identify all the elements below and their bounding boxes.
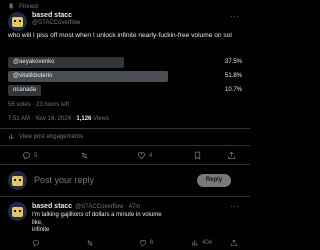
more-options-icon[interactable]: ···	[230, 12, 240, 21]
share-action[interactable]	[227, 151, 236, 160]
reply-text: I'm talking gajillions of dollars a minu…	[32, 212, 162, 235]
heart-icon	[138, 152, 145, 159]
reply-button[interactable]: Reply	[197, 174, 231, 187]
poll-option-label: @aeyakovenko	[13, 59, 55, 65]
retweet-action[interactable]	[80, 151, 92, 160]
poll-summary: 56 votes · 23 hours left	[8, 102, 70, 108]
reply-reply-action[interactable]	[32, 239, 40, 247]
share-icon	[228, 151, 235, 159]
view-count: 1,126	[76, 116, 92, 122]
reply-retweet-action[interactable]	[86, 239, 94, 247]
poll-option-percent: 10.7%	[224, 87, 242, 93]
author-handle[interactable]: @STACCoverflow	[32, 20, 80, 26]
pinned-label: Pinned	[19, 3, 38, 10]
reply-icon	[23, 152, 30, 160]
reply-icon	[32, 239, 40, 247]
bookmark-icon	[194, 151, 201, 160]
tweet-text: who will I piss off most when I unlock i…	[8, 32, 232, 39]
pin-icon	[8, 3, 14, 10]
reply-action[interactable]: 5	[22, 151, 37, 160]
reply-text-line: infinite	[32, 227, 50, 233]
author-name[interactable]: based stacc	[32, 12, 72, 19]
reply-avatar[interactable]	[8, 202, 27, 221]
reply-share-action[interactable]	[230, 239, 238, 247]
timestamp-text[interactable]: 7:51 AM · Nov 16, 2024 ·	[8, 116, 76, 122]
my-avatar[interactable]	[8, 171, 27, 190]
retweet-icon	[87, 240, 93, 246]
reply-header: based stacc @STACCoverflow · 47m	[32, 203, 140, 210]
poll-option: @vitalikbuterin 51.8%	[8, 71, 242, 82]
reply-author-handle[interactable]: @STACCoverflow · 47m	[75, 204, 140, 210]
views-label: Views	[91, 116, 109, 122]
divider	[0, 164, 250, 165]
poll-option-percent: 51.8%	[224, 73, 242, 79]
reply-author-name[interactable]: based stacc	[32, 203, 72, 210]
divider	[0, 128, 250, 129]
engagements-chart-icon	[9, 134, 14, 139]
view-engagements-link[interactable]: View post engagements	[8, 133, 83, 140]
reply-like-action[interactable]: 6	[139, 239, 153, 247]
reply-input[interactable]: Post your reply	[34, 175, 94, 185]
reply-more-options-icon[interactable]: ···	[230, 202, 240, 211]
poll-option-label: ocanada	[13, 87, 37, 93]
poll-option-percent: 37.5%	[224, 59, 242, 65]
reply-view-count: 404	[202, 240, 213, 246]
reply-like-count: 6	[150, 240, 154, 246]
like-count: 4	[149, 152, 153, 159]
pinned-indicator: Pinned	[8, 3, 38, 10]
heart-icon	[140, 240, 146, 247]
poll-option-label: @vitalikbuterin	[13, 73, 53, 79]
views-chart-icon	[192, 240, 198, 246]
reply-count: 5	[34, 152, 38, 159]
divider	[0, 196, 250, 197]
reply-text-line: I'm talking gajillions of dollars a minu…	[32, 212, 162, 218]
engagements-label: View post engagements	[19, 133, 83, 140]
retweet-icon	[81, 152, 88, 159]
share-icon	[231, 239, 237, 246]
bookmark-action[interactable]	[193, 151, 202, 160]
avatar[interactable]	[8, 12, 27, 31]
reply-views-action[interactable]: 404	[191, 239, 212, 247]
divider	[0, 145, 250, 146]
poll-option: @aeyakovenko 37.5%	[8, 57, 242, 68]
poll-option: ocanada 10.7%	[8, 85, 242, 96]
like-action[interactable]: 4	[137, 151, 152, 160]
post-timestamp: 7:51 AM · Nov 16, 2024 · 1,126 Views	[8, 116, 109, 122]
reply-text-line: like,	[32, 219, 43, 226]
